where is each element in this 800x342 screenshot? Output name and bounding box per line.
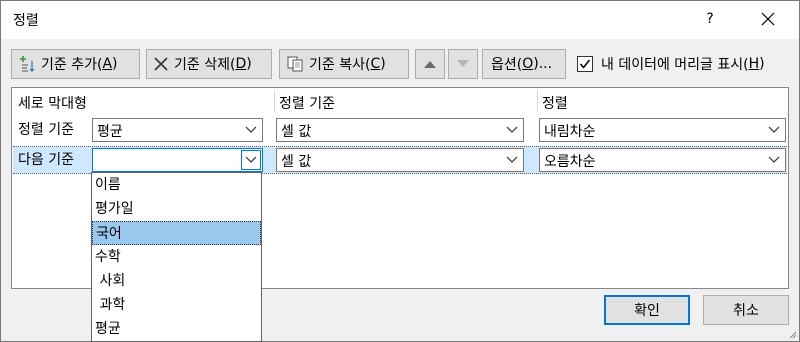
- dropdown-option[interactable]: 이름: [92, 173, 261, 197]
- row-label-then-by: 다음 기준: [18, 152, 74, 168]
- options-label: 옵션(: [491, 57, 523, 73]
- help-button[interactable]: ?: [693, 3, 727, 35]
- delete-level-label: 기준 삭제(: [174, 57, 236, 73]
- then-order-select[interactable]: 오름차순: [539, 148, 786, 172]
- dropdown-arrow[interactable]: [241, 120, 261, 140]
- title-bar: 정렬 ?: [1, 1, 799, 39]
- checkmark-icon: [579, 59, 591, 69]
- column-dropdown-list: 이름 평가일 국어 수학 사회 과학 평균: [91, 172, 262, 342]
- dropdown-arrow[interactable]: [764, 150, 784, 170]
- sort-by-column-value: 평균: [97, 124, 123, 140]
- cancel-button[interactable]: 취소: [703, 295, 789, 325]
- chevron-down-icon: [768, 156, 780, 163]
- delete-level-key: D: [235, 56, 247, 72]
- sort-on-value: 셀 값: [281, 124, 312, 140]
- column-separator: [537, 90, 538, 112]
- order-header: 정렬: [542, 96, 568, 112]
- chevron-down-icon: [506, 126, 518, 133]
- dropdown-option[interactable]: 수학: [92, 245, 261, 269]
- delete-level-button[interactable]: 기준 삭제(D): [146, 49, 272, 79]
- sort-on-header: 정렬 기준: [279, 96, 335, 112]
- header-row-checkbox[interactable]: 내 데이터에 머리글 표시(H): [577, 54, 765, 74]
- chevron-down-icon: [245, 126, 257, 133]
- triangle-down-icon: [457, 60, 469, 67]
- triangle-up-icon: [424, 61, 436, 68]
- then-by-column-select[interactable]: [92, 148, 263, 172]
- ok-button[interactable]: 확인: [604, 295, 690, 325]
- copy-level-button[interactable]: 기준 복사(C): [279, 49, 409, 79]
- options-suffix: )...: [533, 56, 553, 72]
- dropdown-option[interactable]: 사회: [92, 269, 261, 293]
- sort-on-select[interactable]: 셀 값: [276, 118, 524, 142]
- dropdown-arrow[interactable]: [764, 120, 784, 140]
- options-button[interactable]: 옵션(O)...: [482, 49, 566, 79]
- sort-by-column-select[interactable]: 평균: [92, 118, 263, 142]
- resize-grip-icon[interactable]: [787, 329, 797, 339]
- options-key: O: [522, 56, 534, 72]
- move-down-button[interactable]: [448, 49, 478, 79]
- dropdown-option[interactable]: 평가일: [92, 197, 261, 221]
- column-separator: [274, 90, 275, 112]
- header-row-checkbox-close-paren: ): [759, 56, 765, 72]
- dropdown-option[interactable]: 과학: [92, 293, 261, 317]
- add-level-icon: [18, 55, 36, 73]
- order-select[interactable]: 내림차순: [539, 118, 786, 142]
- delete-icon: [153, 56, 169, 72]
- dropdown-option[interactable]: 평균: [92, 317, 261, 341]
- then-sort-on-value: 셀 값: [281, 154, 312, 170]
- add-level-close-paren: ): [112, 56, 118, 72]
- column-header: 세로 막대형: [18, 96, 87, 112]
- dialog-title: 정렬: [13, 13, 39, 29]
- copy-level-key: C: [370, 56, 381, 72]
- close-icon: [761, 12, 775, 26]
- copy-level-label: 기준 복사(: [309, 57, 371, 73]
- then-order-value: 오름차순: [544, 154, 596, 170]
- checkbox-box[interactable]: [577, 56, 593, 72]
- header-row-checkbox-key: H: [748, 56, 760, 72]
- close-button[interactable]: [747, 3, 789, 35]
- dropdown-option-selected[interactable]: 국어: [92, 221, 261, 245]
- chevron-down-icon: [245, 156, 257, 163]
- header-row-checkbox-label: 내 데이터에 머리글 표시(: [601, 57, 749, 73]
- dropdown-arrow[interactable]: [502, 120, 522, 140]
- dropdown-arrow[interactable]: [241, 150, 261, 170]
- then-sort-on-select[interactable]: 셀 값: [276, 148, 524, 172]
- chevron-down-icon: [506, 156, 518, 163]
- row-label-sort-by: 정렬 기준: [18, 122, 74, 138]
- copy-level-close-paren: ): [380, 56, 386, 72]
- delete-level-close-paren: ): [246, 56, 252, 72]
- add-level-key: A: [102, 56, 113, 72]
- add-level-button[interactable]: 기준 추가(A): [11, 49, 140, 79]
- order-value: 내림차순: [544, 124, 596, 140]
- dropdown-arrow[interactable]: [502, 150, 522, 170]
- move-up-button[interactable]: [415, 49, 445, 79]
- chevron-down-icon: [768, 126, 780, 133]
- copy-icon: [286, 55, 304, 73]
- add-level-label: 기준 추가(: [41, 57, 103, 73]
